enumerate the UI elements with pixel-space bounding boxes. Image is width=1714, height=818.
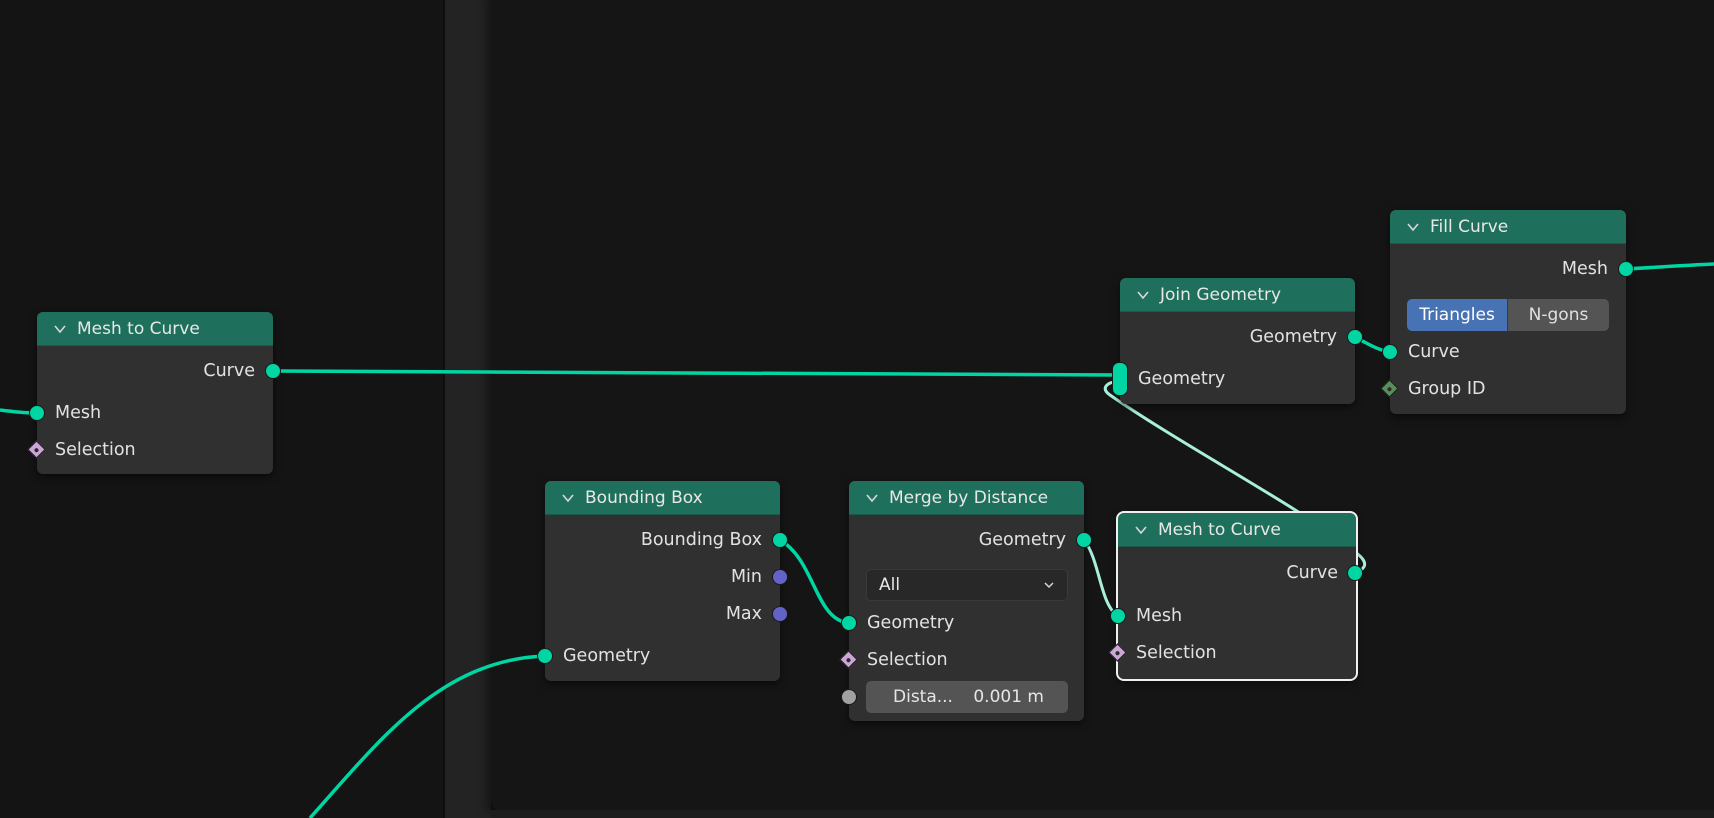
chevron-down-icon[interactable] [865, 491, 879, 505]
socket-bounding-box-out[interactable] [772, 532, 788, 548]
node-title: Fill Curve [1430, 216, 1509, 237]
mode-value: All [879, 575, 901, 595]
socket-mesh-out[interactable] [1618, 261, 1634, 277]
socket-distance-in[interactable] [841, 689, 857, 705]
node-header[interactable]: Bounding Box [545, 481, 780, 515]
frame-border-band [443, 0, 491, 818]
output-geometry: Geometry [1249, 327, 1337, 347]
input-geometry: Geometry [563, 646, 651, 666]
socket-curve-out[interactable] [265, 363, 281, 379]
node-header[interactable]: Mesh to Curve [37, 312, 273, 346]
node-header[interactable]: Merge by Distance [849, 481, 1084, 515]
output-max: Max [725, 604, 762, 624]
chevron-down-icon[interactable] [1134, 523, 1148, 537]
output-curve: Curve [1286, 563, 1338, 583]
frame-bottom-edge [491, 810, 1714, 818]
chevron-down-icon[interactable] [53, 322, 67, 336]
node-mesh-to-curve-selected[interactable]: Mesh to Curve Curve Mesh Selection [1108, 511, 1363, 681]
socket-min-out[interactable] [772, 569, 788, 585]
chevron-down-icon[interactable] [1136, 288, 1150, 302]
mode-ngons-button[interactable]: N-gons [1507, 299, 1609, 331]
socket-curve-in[interactable] [1382, 344, 1398, 360]
node-header[interactable]: Mesh to Curve [1118, 513, 1356, 547]
node-mesh-to-curve-left[interactable]: Mesh to Curve Curve Mesh Selection [27, 312, 281, 474]
node-title: Bounding Box [585, 487, 703, 508]
output-bounding-box: Bounding Box [640, 530, 762, 550]
output-curve: Curve [203, 361, 255, 381]
socket-max-out[interactable] [772, 606, 788, 622]
mode-triangles-button[interactable]: Triangles [1407, 299, 1507, 331]
chevron-down-icon[interactable] [561, 491, 575, 505]
socket-geometry-out[interactable] [1347, 329, 1363, 345]
input-selection: Selection [55, 440, 136, 460]
socket-mesh-in[interactable] [29, 405, 45, 421]
node-join-geometry[interactable]: Join Geometry Geometry Geometry [1112, 278, 1363, 404]
distance-field[interactable]: Dista... 0.001 m [866, 681, 1068, 713]
mode-dropdown[interactable]: All [866, 569, 1068, 601]
chevron-down-icon[interactable] [1406, 220, 1420, 234]
socket-geometry-multi-in[interactable] [1112, 362, 1128, 396]
input-mesh: Mesh [55, 403, 102, 423]
input-geometry: Geometry [1138, 369, 1226, 389]
socket-geometry-out[interactable] [1076, 532, 1092, 548]
socket-mesh-in[interactable] [1110, 608, 1126, 624]
distance-label: Dista... [893, 687, 953, 707]
mode-toggle: Triangles N-gons [1407, 299, 1609, 331]
socket-curve-out[interactable] [1347, 565, 1363, 581]
node-header[interactable]: Fill Curve [1390, 210, 1626, 244]
socket-geometry-in[interactable] [537, 648, 553, 664]
node-title: Merge by Distance [889, 487, 1049, 508]
node-fill-curve[interactable]: Fill Curve Mesh Triangles N-gons Curve G… [1380, 210, 1634, 414]
input-curve: Curve [1408, 342, 1460, 362]
socket-geometry-in[interactable] [841, 615, 857, 631]
chevron-down-icon [1044, 582, 1054, 589]
distance-value: 0.001 m [973, 687, 1044, 707]
output-mesh: Mesh [1561, 259, 1608, 279]
node-header[interactable]: Join Geometry [1120, 278, 1355, 312]
output-min: Min [730, 567, 762, 587]
node-bounding-box[interactable]: Bounding Box Bounding Box Min Max Geomet… [537, 481, 788, 681]
output-geometry: Geometry [978, 530, 1066, 550]
node-title: Mesh to Curve [1158, 519, 1281, 540]
node-title: Mesh to Curve [77, 318, 200, 339]
input-selection: Selection [1136, 643, 1217, 663]
node-merge-by-distance[interactable]: Merge by Distance Geometry All Geometry … [839, 481, 1092, 721]
input-mesh: Mesh [1136, 606, 1183, 626]
node-title: Join Geometry [1160, 284, 1282, 305]
input-geometry: Geometry [867, 613, 955, 633]
input-group-id: Group ID [1408, 379, 1486, 399]
input-selection: Selection [867, 650, 948, 670]
